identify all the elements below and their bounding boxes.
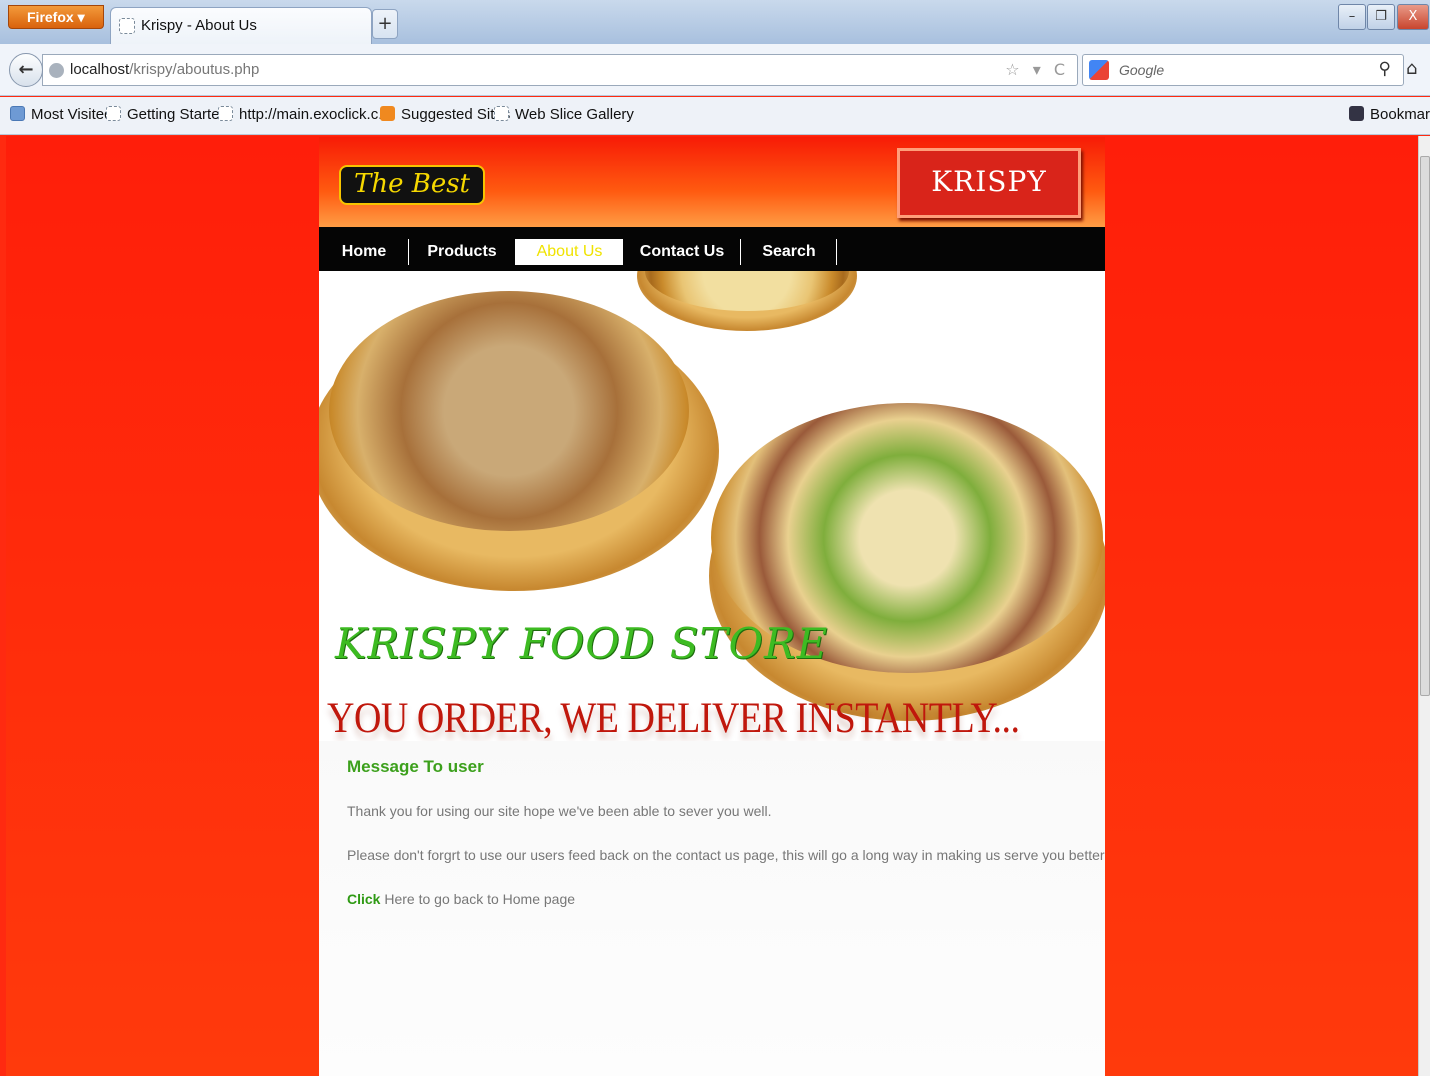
pizza-image — [329, 291, 689, 531]
bookmark-web-slice-gallery[interactable]: Web Slice Gallery — [494, 106, 634, 123]
bookmarks-icon — [1349, 106, 1364, 121]
click-link[interactable]: Click — [347, 891, 380, 907]
url-text[interactable]: localhost/krispy/aboutus.php — [70, 61, 259, 78]
navigation-toolbar: localhost/krispy/aboutus.php ☆ ▾ C ← Goo… — [0, 44, 1430, 96]
message-line-1: Thank you for using our site hope we've … — [347, 803, 772, 819]
page-icon — [494, 106, 509, 121]
home-link-text: Here to go back to Home page — [380, 891, 576, 907]
home-link-line: Click Here to go back to Home page — [347, 891, 575, 907]
bookmark-suggested-sites[interactable]: Suggested Sites — [380, 106, 510, 123]
site-header: The Best KRISPY FOOD — [319, 137, 1105, 260]
bookmarks-toolbar: Most Visited Getting Started http://main… — [0, 97, 1430, 135]
bookmark-exoclick[interactable]: http://main.exoclick.c... — [218, 106, 391, 123]
scrollbar-thumb[interactable] — [1420, 156, 1430, 696]
bookmark-most-visited[interactable]: Most Visited — [10, 106, 112, 123]
most-visited-icon — [10, 106, 25, 121]
banner-store-title: KRISPY FOOD STORE — [335, 619, 829, 668]
suggested-sites-icon — [380, 106, 395, 121]
firefox-menu-button[interactable]: Firefox ▾ — [8, 5, 104, 29]
menu-products[interactable]: Products — [425, 239, 499, 265]
main-menu: Home Products About Us Contact Us Search — [319, 227, 1105, 271]
bookmark-label: Most Visited — [31, 106, 113, 123]
url-host: localhost — [70, 61, 130, 78]
bookmark-label: Bookmarks — [1370, 106, 1430, 123]
bookmark-star-reload-icons[interactable]: ☆ ▾ C — [1005, 60, 1069, 79]
home-icon[interactable]: ⌂ — [1406, 58, 1417, 79]
search-placeholder: Google — [1119, 62, 1165, 78]
pizza-banner: KRISPY FOOD STORE YOU ORDER, WE DELIVER … — [319, 271, 1105, 741]
page-icon — [119, 18, 135, 34]
restore-button[interactable]: ❐ — [1367, 4, 1395, 30]
tab-title: Krispy - About Us — [141, 17, 257, 34]
krispy-food-logo[interactable]: KRISPY FOOD — [897, 148, 1081, 260]
message-heading: Message To user — [347, 757, 484, 776]
search-input[interactable]: Google ⚲ — [1082, 54, 1404, 86]
the-best-badge: The Best — [339, 165, 485, 205]
bookmark-label: Web Slice Gallery — [515, 106, 634, 123]
vertical-scrollbar[interactable] — [1418, 136, 1430, 1076]
search-icon[interactable]: ⚲ — [1379, 59, 1391, 79]
google-icon[interactable] — [1089, 60, 1109, 80]
site-identity-icon[interactable] — [49, 63, 64, 78]
close-button[interactable]: X — [1397, 4, 1429, 30]
menu-divider — [408, 239, 409, 265]
bookmark-label: Getting Started — [127, 106, 228, 123]
site-container: The Best KRISPY FOOD Home Products About… — [319, 137, 1105, 1076]
minimize-button[interactable]: – — [1338, 4, 1366, 30]
menu-search[interactable]: Search — [757, 239, 821, 265]
menu-about-us[interactable]: About Us — [516, 239, 623, 265]
page-icon — [106, 106, 121, 121]
url-path: /krispy/aboutus.php — [129, 61, 260, 78]
menu-divider — [836, 239, 837, 265]
menu-divider — [740, 239, 741, 265]
tab-krispy-about-us[interactable]: Krispy - About Us — [110, 7, 372, 44]
back-arrow-icon[interactable]: ← — [9, 53, 43, 87]
address-bar[interactable]: localhost/krispy/aboutus.php ☆ ▾ C — [42, 54, 1078, 86]
menu-contact-us[interactable]: Contact Us — [639, 239, 725, 265]
message-line-2: Please don't forgrt to use our users fee… — [347, 847, 1105, 863]
bookmarks-menu[interactable]: Bookmarks — [1349, 106, 1430, 123]
window-titlebar: Firefox ▾ Krispy - About Us + – ❐ X — [0, 0, 1430, 44]
about-content: Message To user Thank you for using our … — [319, 741, 1105, 1076]
menu-home[interactable]: Home — [335, 239, 393, 265]
bookmark-label: http://main.exoclick.c... — [239, 106, 391, 123]
bookmark-getting-started[interactable]: Getting Started — [106, 106, 228, 123]
banner-slogan: YOU ORDER, WE DELIVER INSTANTLY... — [327, 694, 1020, 741]
page-icon — [218, 106, 233, 121]
new-tab-button[interactable]: + — [372, 9, 398, 39]
